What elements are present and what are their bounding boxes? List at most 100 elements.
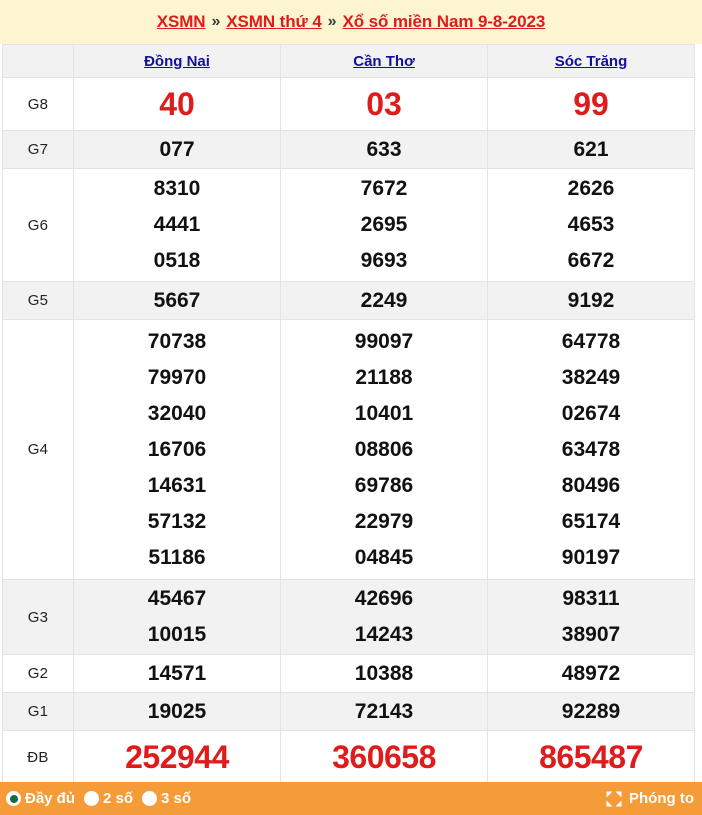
lottery-number: 2695	[360, 213, 408, 236]
lottery-number: 90197	[561, 545, 621, 569]
lottery-number: 2626	[567, 177, 615, 200]
prize-cell-g8-1: 03	[280, 77, 488, 131]
prize-label-g1: G1	[2, 692, 74, 731]
table-row: G7 077 633 621	[2, 130, 695, 169]
province-link-1[interactable]: Cần Thơ	[353, 53, 415, 70]
lottery-number: 08806	[354, 437, 414, 461]
prize-cell-g4-0: 70738 79970 32040 16706 14631 57132 51186	[73, 319, 281, 580]
prize-label-g7: G7	[2, 130, 74, 169]
lottery-number: 16706	[147, 437, 207, 461]
prize-cell-g2-0: 14571	[73, 654, 281, 693]
lottery-number: 22979	[354, 509, 414, 533]
prize-cell-g7-1: 633	[280, 130, 488, 169]
lottery-number: 7672	[360, 177, 408, 200]
table-row: G4 70738 79970 32040 16706 14631 57132 51186 990…	[2, 319, 695, 580]
breadcrumb: XSMN » XSMN thứ 4 » Xổ số miền Nam 9-8-2023	[0, 0, 702, 44]
breadcrumb-link-0[interactable]: XSMN	[157, 12, 206, 32]
breadcrumb-separator: »	[327, 13, 337, 30]
lottery-number: 2249	[360, 288, 408, 312]
lottery-number: 14631	[147, 473, 207, 497]
lottery-number: 0518	[153, 249, 201, 272]
radio-button-icon[interactable]	[6, 791, 21, 806]
lottery-number: 32040	[147, 401, 207, 425]
table-row: ĐB 252944 360658 865487	[2, 730, 695, 784]
lottery-number: 38907	[561, 623, 621, 646]
lottery-number: 10388	[354, 661, 414, 685]
prize-cell-g6-1: 7672 2695 9693	[280, 168, 488, 282]
prize-cell-g8-0: 40	[73, 77, 281, 131]
province-link-0[interactable]: Đồng Nai	[144, 53, 210, 70]
lottery-number: 79970	[147, 365, 207, 389]
prize-cell-g4-2: 64778 38249 02674 63478 80496 65174 90197	[487, 319, 695, 580]
lottery-results-table: Đồng Nai Cần Thơ Sóc Trăng G8 40 03 99 G7 077…	[2, 44, 695, 784]
prize-cell-g4-1: 99097 21188 10401 08806 69786 22979 04845	[280, 319, 488, 580]
lottery-number: 360658	[332, 739, 436, 775]
breadcrumb-separator: »	[211, 13, 221, 30]
prize-cell-g7-2: 621	[487, 130, 695, 169]
lottery-number: 21188	[355, 365, 413, 389]
results-table-wrapper: Đồng Nai Cần Thơ Sóc Trăng G8 40 03 99 G7 077…	[0, 44, 702, 784]
breadcrumb-link-4[interactable]: Xổ số miền Nam 9-8-2023	[342, 12, 545, 32]
radio-button-icon[interactable]	[142, 791, 158, 806]
breadcrumb-link-2[interactable]: XSMN thứ 4	[226, 12, 321, 32]
zoom-in-button[interactable]: Phóng to	[605, 790, 694, 808]
province-link-2[interactable]: Sóc Trăng	[555, 53, 628, 70]
lottery-number: 10015	[147, 623, 207, 646]
prize-cell-g6-0: 8310 4441 0518	[73, 168, 281, 282]
radio-button-icon[interactable]	[84, 791, 100, 806]
zoom-in-label: Phóng to	[629, 790, 694, 807]
table-row: G6 8310 4441 0518 7672 2695 9693 2626 4653 6672	[2, 168, 695, 282]
lottery-number: 19025	[147, 699, 207, 723]
radio-option-label: 2 số	[103, 790, 134, 807]
prize-cell-g2-1: 10388	[280, 654, 488, 693]
lottery-number: 99097	[354, 329, 414, 353]
lottery-number: 621	[573, 137, 609, 161]
lottery-number: 633	[366, 137, 402, 161]
header-row: Đồng Nai Cần Thơ Sóc Trăng	[2, 44, 695, 78]
lottery-number: 5667	[153, 288, 201, 312]
lottery-number: 42696	[354, 587, 414, 610]
lottery-number: 4441	[153, 213, 201, 236]
prize-label-g5: G5	[2, 281, 74, 320]
prize-cell-g1-0: 19025	[73, 692, 281, 731]
lottery-number: 64778	[561, 329, 621, 353]
prize-label-g2: G2	[2, 654, 74, 693]
radio-option-2[interactable]: 3 số	[142, 790, 191, 807]
prize-cell-đb-2: 865487	[487, 730, 695, 784]
lottery-number: 40	[159, 86, 195, 122]
prize-cell-g2-2: 48972	[487, 654, 695, 693]
prize-label-g3: G3	[2, 579, 74, 655]
lottery-number: 51186	[148, 545, 206, 569]
lottery-number: 65174	[561, 509, 621, 533]
lottery-number: 04845	[354, 545, 414, 569]
radio-option-0[interactable]: Đầy đủ	[6, 790, 75, 807]
prize-cell-g5-0: 5667	[73, 281, 281, 320]
lottery-number: 45467	[147, 587, 207, 610]
bottom-toolbar: Đầy đủ 2 số 3 số Phóng to	[0, 782, 702, 815]
radio-option-label: 3 số	[161, 790, 192, 807]
prize-label-g8: G8	[2, 77, 74, 131]
lottery-number: 57132	[147, 509, 207, 533]
radio-option-1[interactable]: 2 số	[84, 790, 133, 807]
table-row: G1 19025 72143 92289	[2, 692, 695, 731]
digit-filter-radio-group: Đầy đủ 2 số 3 số	[6, 790, 191, 807]
lottery-number: 38249	[561, 365, 621, 389]
lottery-number: 9192	[567, 288, 615, 312]
table-body: G8 40 03 99 G7 077 633 621 G6 8310 4441 0518 7672 269…	[2, 77, 695, 784]
prize-label-g6: G6	[2, 168, 74, 282]
lottery-number: 9693	[360, 249, 408, 272]
lottery-number: 8310	[153, 177, 201, 200]
lottery-number: 14243	[354, 623, 414, 646]
lottery-number: 48972	[561, 661, 621, 685]
prize-label-g4: G4	[2, 319, 74, 580]
province-header-1: Cần Thơ	[280, 44, 488, 78]
table-row: G2 14571 10388 48972	[2, 654, 695, 693]
table-header: Đồng Nai Cần Thơ Sóc Trăng	[2, 44, 695, 78]
prize-cell-đb-0: 252944	[73, 730, 281, 784]
lottery-number: 99	[573, 86, 609, 122]
prize-cell-g7-0: 077	[73, 130, 281, 169]
lottery-number: 865487	[539, 739, 643, 775]
lottery-number: 72143	[354, 699, 414, 723]
lottery-number: 10401	[354, 401, 414, 425]
table-row: G3 45467 10015 42696 14243 98311 38907	[2, 579, 695, 655]
